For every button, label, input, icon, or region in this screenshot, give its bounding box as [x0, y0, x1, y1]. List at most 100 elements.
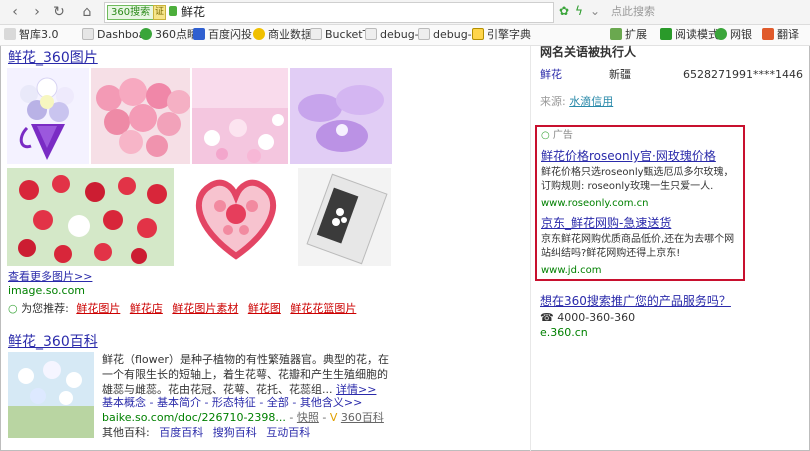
gift-box-image: [298, 168, 391, 266]
forward-button[interactable]: ›: [28, 3, 46, 21]
image-thumb-purple[interactable]: [290, 68, 392, 164]
ad-title[interactable]: 鲜花价格roseonly官·网玫瑰价格: [541, 149, 716, 164]
right-panel-header: 网名关语被执行人: [540, 45, 637, 59]
baike-result-title[interactable]: 鲜花_360百科: [8, 333, 98, 351]
phone-row: ☎ 4000-360-360: [540, 311, 636, 324]
source-label: 来源:: [540, 95, 566, 108]
address-text[interactable]: 鲜花: [181, 5, 205, 19]
bookmarks-bar: 智库3.0 Dashboa 360点睛 百度闪投 商业数据 BucketT de…: [0, 25, 810, 46]
chevron-down-icon[interactable]: ⌄: [588, 4, 602, 18]
lightning-icon[interactable]: ϟ: [572, 4, 586, 18]
other-baike-link[interactable]: 搜狗百科: [213, 426, 257, 439]
purple-flowers-image: [290, 68, 392, 164]
search-results: 鲜花_360图片 查看更多图片>> image.so.com ○ 为您推荐: 鲜…: [0, 45, 810, 451]
search-input[interactable]: 点此搜索: [601, 3, 806, 20]
search-engine-badge[interactable]: 360搜索: [107, 5, 155, 20]
page-icon: [365, 28, 377, 40]
baike-thumbnail[interactable]: [8, 352, 94, 438]
image-thumb-gift-box[interactable]: [298, 168, 391, 266]
recommend-link[interactable]: 鲜花店: [130, 302, 163, 315]
back-button[interactable]: ‹: [6, 3, 24, 21]
recommend-link[interactable]: 鲜花图片素材: [172, 302, 238, 315]
recommend-link[interactable]: 鲜花花篮图片: [290, 302, 356, 315]
image-thumb-bouquet[interactable]: [7, 68, 89, 164]
image-result-title[interactable]: 鲜花_360图片: [8, 49, 98, 67]
bookmark-item[interactable]: debug-p: [365, 27, 426, 43]
baike-sub-links[interactable]: 基本概念 - 基本简介 - 形态特征 - 全部 - 其他含义>>: [102, 396, 362, 410]
translate-icon: [762, 28, 774, 40]
page-icon: [310, 28, 322, 40]
recommend-row: ○ 为您推荐: 鲜花图片 鲜花店 鲜花图片素材 鲜花图 鲜花花篮图片: [8, 302, 356, 316]
heart-flowers-image: [195, 179, 277, 260]
ad-text: 京东鲜花网购优质商品低价,还在为去哪个网站纠结吗?鲜花网购还得上京东!: [541, 234, 735, 259]
bank-button[interactable]: 网银: [715, 27, 752, 43]
more-images-link[interactable]: 查看更多图片>>: [8, 270, 92, 284]
baike-description: 鲜花（flower）是种子植物的有性繁殖器官。典型的花，在一个有限生长的短轴上，…: [102, 353, 389, 396]
image-thumb-pink-roses[interactable]: [91, 68, 190, 164]
image-result-url: image.so.com: [8, 284, 86, 297]
browser-toolbar: ‹ › ↻ ⌂ 360搜索 证 鲜花 ✿ ϟ ⌄ 点此搜索: [0, 0, 810, 25]
recommend-icon: ○: [8, 302, 18, 315]
bookmark-item[interactable]: debug-a: [418, 27, 478, 43]
ad-label: ○ 广告: [541, 130, 573, 141]
bouquet-image: [19, 77, 74, 160]
bookmark-item[interactable]: 360点睛: [140, 27, 198, 43]
snapshot-link[interactable]: 快照: [297, 411, 319, 424]
source-row: 来源: 水滴信用: [540, 95, 613, 109]
pink-roses-image: [91, 68, 190, 164]
book-icon: [660, 28, 672, 40]
bookmark-item[interactable]: 商业数据: [253, 27, 312, 43]
image-thumb-heart[interactable]: [176, 168, 296, 266]
address-bar[interactable]: 360搜索 证 鲜花: [104, 2, 554, 23]
image-thumb-field[interactable]: [192, 68, 288, 164]
ad-url[interactable]: www.jd.com: [541, 264, 601, 277]
other-baike-link[interactable]: 百度百科: [159, 426, 203, 439]
other-baike-row: 其他百科: 百度百科 搜狗百科 互动百科: [102, 426, 310, 440]
baike-image: [8, 352, 94, 438]
promo-link[interactable]: 想在360搜索推广您的产品服务吗？: [540, 294, 731, 308]
recommend-label: 为您推荐:: [21, 302, 69, 315]
source-link[interactable]: 360百科: [341, 411, 384, 424]
puzzle-icon: [610, 28, 622, 40]
home-button[interactable]: ⌂: [78, 3, 96, 21]
paw-icon: [193, 28, 205, 40]
reading-mode-button[interactable]: 阅读模式: [660, 27, 719, 43]
ad-icon: ○: [541, 130, 550, 141]
column-divider: [530, 46, 531, 451]
bank-icon: [715, 28, 727, 40]
security-icon[interactable]: ✿: [557, 4, 571, 18]
chart-icon: [253, 28, 265, 40]
image-thumb-red-bouquet[interactable]: [7, 168, 174, 266]
cert-icon[interactable]: 证: [153, 5, 166, 20]
source-credit-link[interactable]: 水滴信用: [569, 95, 613, 108]
page-icon: [418, 28, 430, 40]
ad-text: 鲜花价格只选roseonly甄选厄瓜多尔玫瑰，订购规则: roseonly玫瑰一…: [541, 167, 734, 192]
phone-icon: ☎: [540, 311, 554, 324]
person-place: 新疆: [609, 68, 631, 81]
flower-field-image: [192, 68, 288, 164]
ad-box: ○ 广告 鲜花价格roseonly官·网玫瑰价格 鲜花价格只选roseonly甄…: [535, 125, 745, 281]
red-bouquet-image: [7, 168, 174, 266]
ad-url[interactable]: www.roseonly.com.cn: [541, 197, 648, 210]
promo-url[interactable]: e.360.cn: [540, 326, 588, 340]
bookmark-item[interactable]: BucketT: [310, 27, 369, 43]
recommend-link[interactable]: 鲜花图: [248, 302, 281, 315]
baike-detail-link[interactable]: 详情>>: [336, 383, 376, 396]
recommend-link[interactable]: 鲜花图片: [76, 302, 120, 315]
page-icon: [4, 28, 16, 40]
bookmark-item[interactable]: 引擎字典: [472, 27, 531, 43]
person-name[interactable]: 鲜花: [540, 68, 562, 82]
dictionary-icon: [472, 28, 484, 40]
ad-title[interactable]: 京东_鲜花网购-急速送货: [541, 216, 671, 231]
bookmark-separator: [305, 29, 306, 41]
baike-url-row: baike.so.com/doc/226710-2398... - 快照 - V…: [102, 411, 384, 424]
other-baike-label: 其他百科:: [102, 426, 150, 439]
bookmark-item[interactable]: 智库3.0: [4, 27, 59, 43]
bookmark-item[interactable]: 百度闪投: [193, 27, 252, 43]
extensions-button[interactable]: 扩展: [610, 27, 647, 43]
translate-button[interactable]: 翻译: [762, 27, 799, 43]
other-baike-link[interactable]: 互动百科: [266, 426, 310, 439]
refresh-button[interactable]: ↻: [50, 3, 68, 21]
page-icon: [82, 28, 94, 40]
bookmark-item[interactable]: Dashboa: [82, 27, 145, 43]
